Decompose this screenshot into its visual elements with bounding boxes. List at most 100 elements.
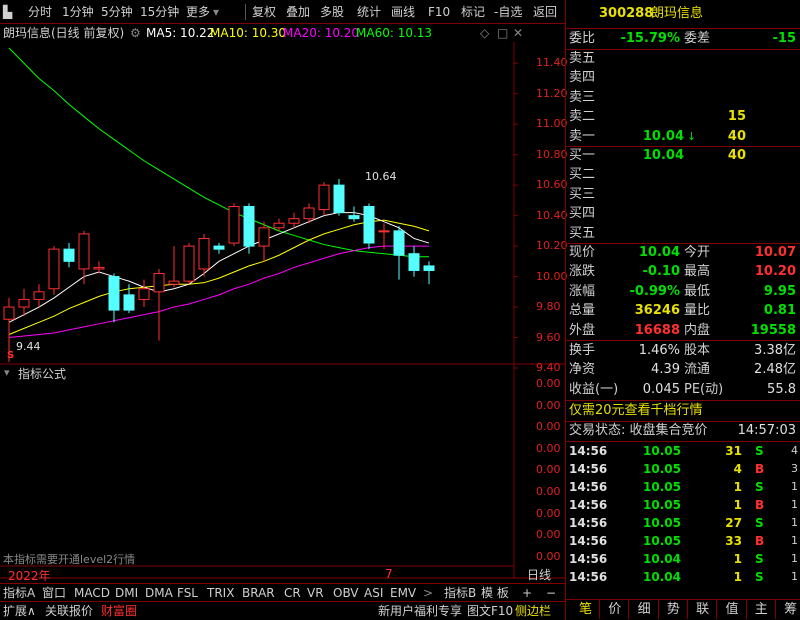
ma5-label: MA5: 10.22 — [146, 26, 215, 40]
candle-body — [288, 218, 300, 224]
toolbar-watchlist[interactable]: -自选 — [494, 3, 522, 21]
price-tick-label: 10.00 — [536, 269, 568, 283]
tab-vr[interactable]: VR — [307, 584, 324, 602]
toolbar-1min[interactable]: 1分钟 — [62, 3, 94, 21]
buy-level-label: 买一 — [569, 148, 596, 163]
close-icon[interactable]: ✕ — [513, 24, 523, 42]
buy-level-row: 买三 — [566, 185, 800, 205]
tick-row: 14:56 10.05 1 B 1 — [566, 496, 800, 514]
wealth-circle-button[interactable]: 财富圈 — [101, 602, 137, 620]
tabs-scroll-right-icon[interactable]: > — [423, 584, 433, 602]
tab-window[interactable]: 窗口 — [42, 584, 66, 602]
toolbar-overlay[interactable]: 叠加 — [286, 3, 310, 21]
toolbar-back[interactable]: 返回 — [533, 3, 557, 21]
stat-value: 9.95 — [763, 283, 796, 299]
ma60-label: MA60: 10.13 — [356, 26, 433, 40]
tab-dmi[interactable]: DMI — [115, 584, 138, 602]
stats-row: 外盘 16688 内盘 19558 — [566, 321, 800, 341]
buy-level-row: 买四 — [566, 204, 800, 224]
toolbar-draw[interactable]: 画线 — [391, 3, 415, 21]
stat-label: 股本 — [684, 343, 711, 358]
tab-emv[interactable]: EMV — [390, 584, 416, 602]
panel-tab[interactable]: 势 — [660, 600, 688, 619]
candle-body — [168, 280, 180, 285]
toolbar-adjust[interactable]: 复权 — [252, 3, 276, 21]
tick-volume: 4 — [733, 462, 742, 476]
stat-value: 1.46% — [638, 343, 680, 358]
tick-row: 14:56 10.05 33 B 1 — [566, 532, 800, 550]
toolbar-mark[interactable]: 标记 — [461, 3, 485, 21]
fundamentals-row: 收益(一) 0.045 PE(动) 55.8 — [566, 380, 800, 400]
sidebar-button[interactable]: 侧边栏 — [515, 602, 551, 620]
stat-value: 4.39 — [651, 362, 680, 378]
panel-tab[interactable]: 联 — [689, 600, 718, 619]
panel-tab[interactable]: 值 — [719, 600, 747, 619]
tab-indicator-b[interactable]: 指标B — [444, 584, 476, 602]
panel-tab[interactable]: 价 — [601, 600, 630, 619]
indicator-tick-label: 0.00 — [536, 441, 561, 455]
stats-row: 现价 10.04 今开 10.07 — [566, 243, 800, 263]
tab-trix[interactable]: TRIX — [207, 584, 234, 602]
indicator-tick-label: 0.00 — [536, 377, 561, 390]
tick-row: 14:56 10.04 1 S 1 — [566, 568, 800, 586]
toolbar-5min[interactable]: 5分钟 — [101, 3, 133, 21]
tab-cr[interactable]: CR — [284, 584, 301, 602]
candlestick-chart[interactable] — [0, 42, 565, 620]
stock-code: 300288 — [599, 6, 654, 21]
tab-indicator-a[interactable]: 指标A — [3, 584, 35, 602]
tick-side: B — [755, 498, 765, 512]
candle-body — [33, 291, 45, 300]
f10-graphic-button[interactable]: 图文F10 — [467, 602, 513, 620]
candle-body — [108, 276, 120, 311]
toolbar-f10[interactable]: F10 — [428, 3, 450, 21]
stat-value: 55.8 — [767, 381, 796, 397]
stat-value: -0.10 — [642, 264, 680, 280]
tab-obv[interactable]: OBV — [333, 584, 359, 602]
candle-body — [318, 184, 330, 211]
x-year-label: 2022年 — [8, 569, 51, 583]
tick-count: 1 — [791, 552, 798, 565]
toolbar-more[interactable]: 更多 — [186, 3, 210, 21]
tab-dma[interactable]: DMA — [145, 584, 173, 602]
indicator-collapse-icon[interactable]: ▾ — [4, 366, 10, 379]
price-tick-label: 9.80 — [536, 300, 561, 314]
tab-asi[interactable]: ASI — [364, 584, 383, 602]
diamond-icon[interactable]: ◇ — [480, 24, 489, 42]
fundamentals-row: 换手 1.46% 股本 3.38亿 — [566, 341, 800, 361]
tick-row: 14:56 10.05 1 S 1 — [566, 478, 800, 496]
settings-gear-icon[interactable]: ⚙ — [130, 24, 141, 42]
add-icon[interactable]: + — [522, 584, 532, 602]
candle-body — [213, 245, 225, 250]
panel-tab[interactable]: 细 — [631, 600, 659, 619]
stats-row: 涨幅 -0.99% 最低 9.95 — [566, 282, 800, 302]
remove-icon[interactable]: − — [546, 584, 556, 602]
expand-button[interactable]: 扩展∧ — [3, 602, 36, 620]
tab-template[interactable]: 模 板 — [481, 584, 509, 602]
toolbar-multistock[interactable]: 多股 — [320, 3, 344, 21]
candle-body — [348, 215, 360, 220]
new-user-promo-link[interactable]: 新用户福利专享 — [378, 602, 462, 620]
more-dropdown-icon[interactable]: ▾ — [213, 3, 219, 21]
price-tick-label: 11.40 — [536, 56, 568, 70]
tick-price: 10.05 — [643, 444, 681, 458]
menu-icon[interactable]: ▙ — [3, 3, 12, 21]
indicator-tick-label: 0.00 — [536, 549, 561, 563]
related-quotes-button[interactable]: 关联报价 — [45, 602, 93, 620]
toolbar-15min[interactable]: 15分钟 — [140, 3, 179, 21]
tab-macd[interactable]: MACD — [74, 584, 110, 602]
panel-tab[interactable]: 主 — [748, 600, 776, 619]
buy-level-row: 买二 — [566, 165, 800, 185]
panel-tab[interactable]: 筹 — [777, 600, 800, 619]
tick-price: 10.05 — [643, 534, 681, 548]
high-price-label: 10.64 — [365, 170, 397, 183]
sell-level-row: 卖四 — [566, 68, 800, 88]
maximize-icon[interactable]: □ — [497, 24, 508, 42]
panel-tab[interactable]: 笔 — [572, 600, 600, 619]
toolbar-intraday[interactable]: 分时 — [28, 3, 52, 21]
tab-fsl[interactable]: FSL — [177, 584, 198, 602]
promo-link[interactable]: 仅需20元查看千档行情 — [569, 401, 703, 421]
toolbar-stats[interactable]: 统计 — [357, 3, 381, 21]
tick-volume: 1 — [733, 570, 742, 584]
tab-brar[interactable]: BRAR — [242, 584, 275, 602]
candle-body — [258, 227, 270, 247]
